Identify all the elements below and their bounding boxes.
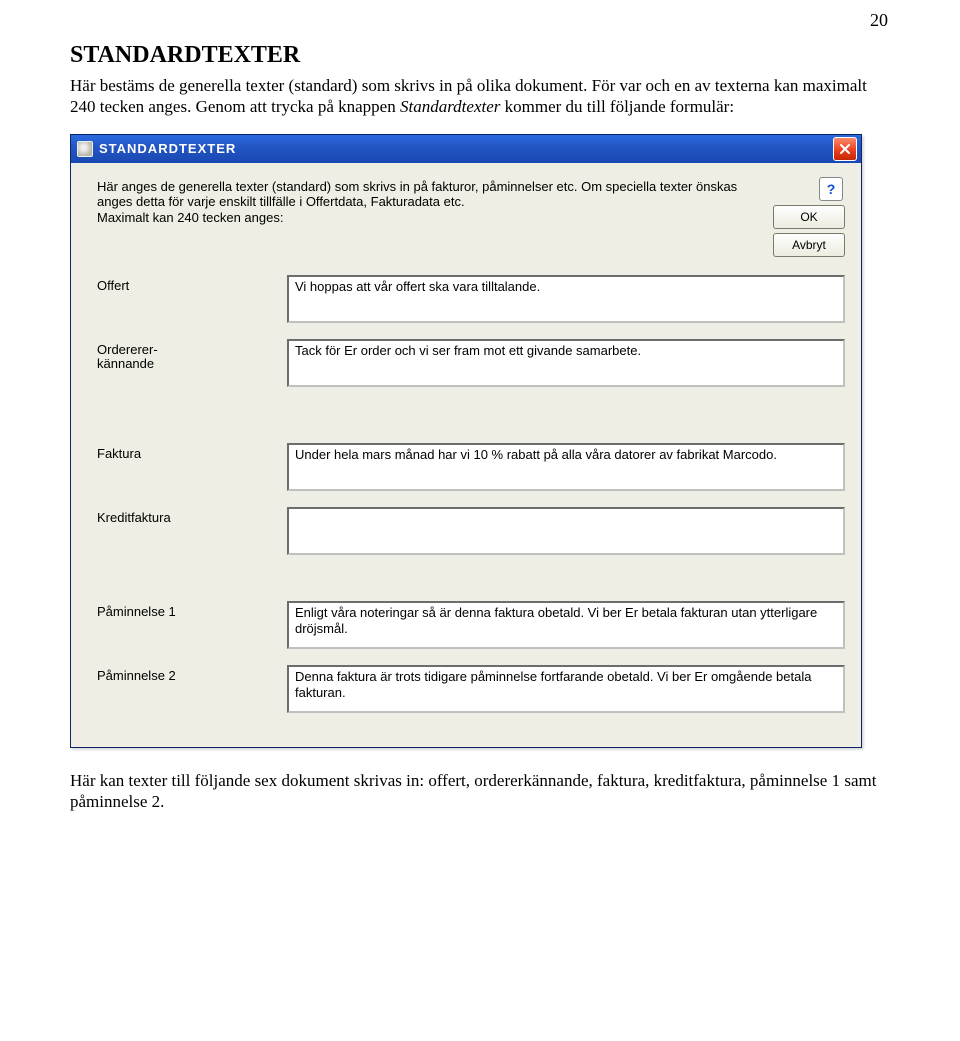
window-sysmenu-icon[interactable] bbox=[77, 141, 93, 157]
description-row: Här anges de generella texter (standard)… bbox=[97, 177, 845, 257]
document-page: 20 STANDARDTEXTER Här bestäms de generel… bbox=[0, 0, 960, 1041]
window-title: STANDARDTEXTER bbox=[99, 141, 833, 156]
page-number: 20 bbox=[870, 10, 888, 31]
window-body: Här anges de generella texter (standard)… bbox=[71, 163, 861, 747]
input-ordererkannande[interactable]: Tack för Er order och vi ser fram mot et… bbox=[287, 339, 845, 387]
close-icon bbox=[839, 143, 851, 155]
field-row-faktura: Faktura Under hela mars månad har vi 10 … bbox=[97, 443, 845, 491]
ok-button[interactable]: OK bbox=[773, 205, 845, 229]
field-row-offert: Offert Vi hoppas att vår offert ska vara… bbox=[97, 275, 845, 323]
input-paminnelse2[interactable]: Denna faktura är trots tidigare påminnel… bbox=[287, 665, 845, 713]
lead-part2: kommer du till följande formulär: bbox=[500, 97, 734, 116]
label-paminnelse2: Påminnelse 2 bbox=[97, 665, 287, 684]
input-faktura[interactable]: Under hela mars månad har vi 10 % rabatt… bbox=[287, 443, 845, 491]
label-offert: Offert bbox=[97, 275, 287, 294]
outro-paragraph: Här kan texter till följande sex dokumen… bbox=[70, 770, 890, 813]
input-kreditfaktura[interactable] bbox=[287, 507, 845, 555]
fields-area: Offert Vi hoppas att vår offert ska vara… bbox=[97, 275, 845, 713]
cancel-button[interactable]: Avbryt bbox=[773, 233, 845, 257]
label-faktura: Faktura bbox=[97, 443, 287, 462]
input-offert[interactable]: Vi hoppas att vår offert ska vara tillta… bbox=[287, 275, 845, 323]
field-row-paminnelse2: Påminnelse 2 Denna faktura är trots tidi… bbox=[97, 665, 845, 713]
lead-italic-ref: Standardtexter bbox=[400, 97, 500, 116]
help-icon: ? bbox=[827, 181, 836, 197]
window-right-controls: ? OK Avbryt bbox=[755, 177, 845, 257]
heading-standardtexter: STANDARDTEXTER bbox=[70, 42, 890, 69]
close-button[interactable] bbox=[833, 137, 857, 161]
label-ordererkannande: Ordererer- kännande bbox=[97, 339, 287, 373]
input-paminnelse1[interactable]: Enligt våra noteringar så är denna faktu… bbox=[287, 601, 845, 649]
label-kreditfaktura: Kreditfaktura bbox=[97, 507, 287, 526]
window-description: Här anges de generella texter (standard)… bbox=[97, 177, 743, 226]
label-paminnelse1: Påminnelse 1 bbox=[97, 601, 287, 620]
lead-paragraph: Här bestäms de generella texter (standar… bbox=[70, 75, 890, 118]
standardtexter-window: STANDARDTEXTER Här anges de generella te… bbox=[70, 134, 862, 748]
field-row-paminnelse1: Påminnelse 1 Enligt våra noteringar så ä… bbox=[97, 601, 845, 649]
field-row-ordererkannande: Ordererer- kännande Tack för Er order oc… bbox=[97, 339, 845, 387]
help-button[interactable]: ? bbox=[819, 177, 843, 201]
field-row-kreditfaktura: Kreditfaktura bbox=[97, 507, 845, 555]
window-titlebar[interactable]: STANDARDTEXTER bbox=[71, 135, 861, 163]
